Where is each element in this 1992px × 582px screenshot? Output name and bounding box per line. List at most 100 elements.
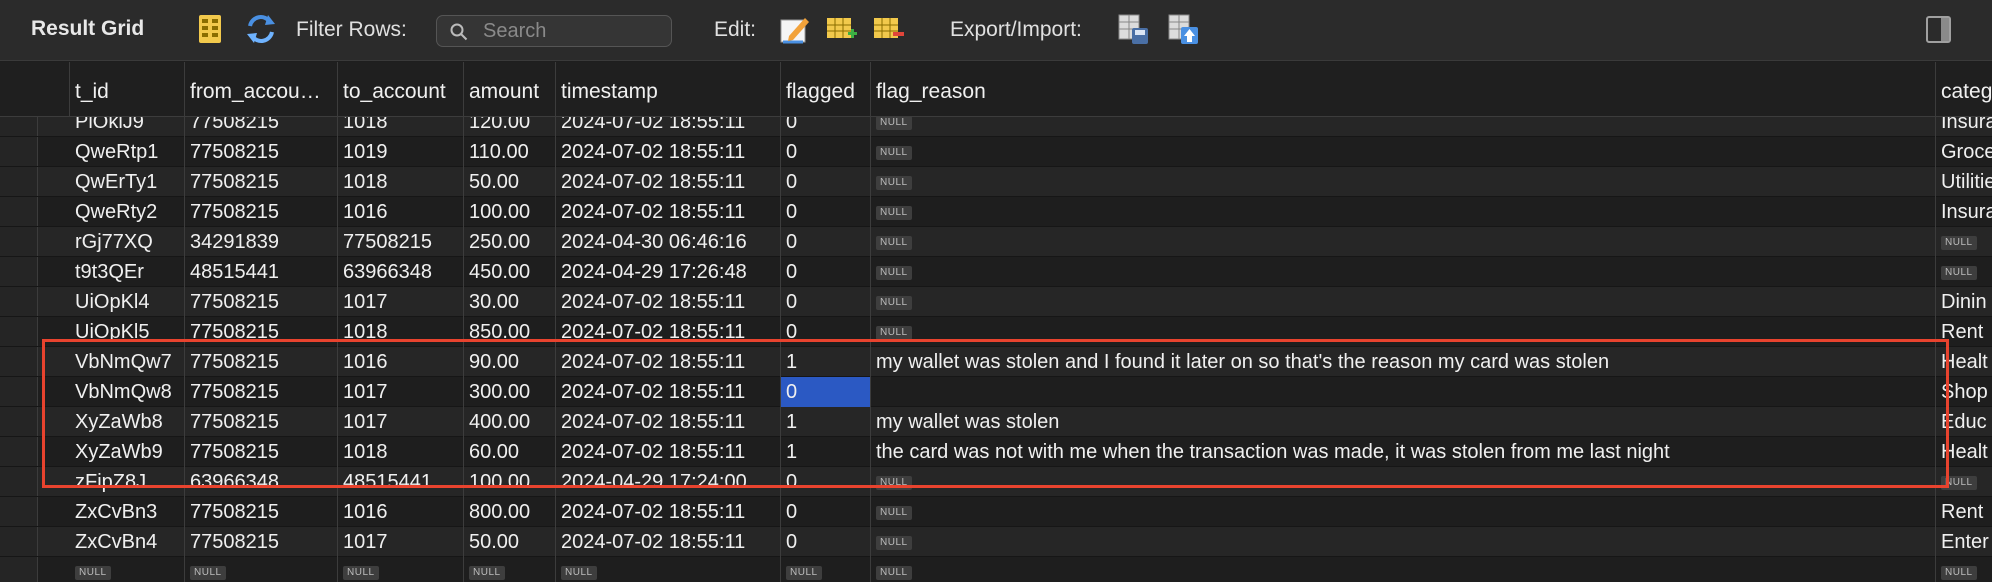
cell-flag-reason[interactable]	[871, 377, 1936, 407]
cell-flag-reason[interactable]: the card was not with me when the transa…	[871, 437, 1936, 467]
cell-from-account[interactable]: 77508215	[185, 437, 338, 467]
cell-flag-reason[interactable]: NULL	[871, 287, 1936, 317]
cell-flagged[interactable]: 1	[781, 437, 871, 467]
row-header[interactable]	[0, 167, 38, 196]
cell-flag-reason[interactable]: NULL	[871, 227, 1936, 257]
cell-amount[interactable]: 400.00	[464, 407, 556, 437]
cell-flagged[interactable]: 0	[781, 197, 871, 227]
export-icon[interactable]	[1116, 12, 1150, 46]
cell-timestamp[interactable]: 2024-07-02 18:55:11	[556, 407, 781, 437]
column-header-from-account[interactable]: from_accou…	[185, 62, 338, 117]
cell-t-id[interactable]: QweRty2	[70, 197, 185, 227]
cell-flag-reason[interactable]: NULL	[871, 497, 1936, 527]
row-header[interactable]	[0, 257, 38, 286]
cell-t-id[interactable]: NULL	[70, 557, 185, 582]
row-header[interactable]	[0, 467, 38, 496]
cell-from-account[interactable]: 77508215	[185, 167, 338, 197]
cell-t-id[interactable]: UiOpKl4	[70, 287, 185, 317]
cell-to-account[interactable]: 1017	[338, 407, 464, 437]
cell-to-account[interactable]: 1016	[338, 497, 464, 527]
column-header-to-account[interactable]: to_account	[338, 62, 464, 117]
cell-t-id[interactable]: rGj77XQ	[70, 227, 185, 257]
table-row[interactable]: VbNmQw8 77508215 1017 300.00 2024-07-02 18:5…	[0, 377, 1992, 407]
cell-amount[interactable]: NULL	[464, 557, 556, 582]
delete-row-icon[interactable]	[871, 12, 905, 46]
cell-amount[interactable]: 120.00	[464, 117, 556, 137]
cell-to-account[interactable]: 1018	[338, 317, 464, 347]
table-row[interactable]: VbNmQw7 77508215 1016 90.00 2024-07-02 18:55…	[0, 347, 1992, 377]
cell-category[interactable]: Rent	[1936, 497, 1992, 527]
cell-amount[interactable]: 50.00	[464, 167, 556, 197]
cell-t-id[interactable]: VbNmQw7	[70, 347, 185, 377]
cell-amount[interactable]: 50.00	[464, 527, 556, 557]
cell-to-account[interactable]: 1016	[338, 347, 464, 377]
cell-from-account[interactable]: 77508215	[185, 407, 338, 437]
column-header-timestamp[interactable]: timestamp	[556, 62, 781, 117]
cell-category[interactable]: Utilitie	[1936, 167, 1992, 197]
column-header-category[interactable]: categ	[1936, 62, 1992, 117]
cell-amount[interactable]: 100.00	[464, 197, 556, 227]
cell-amount[interactable]: 100.00	[464, 467, 556, 497]
cell-flag-reason[interactable]: NULL	[871, 117, 1936, 137]
table-row[interactable]: t9t3QEr 48515441 63966348 450.00 2024-04-29 …	[0, 257, 1992, 287]
cell-t-id[interactable]: t9t3QEr	[70, 257, 185, 287]
cell-category[interactable]: Rent	[1936, 317, 1992, 347]
cell-flagged[interactable]: 0	[781, 497, 871, 527]
row-header[interactable]	[0, 227, 38, 256]
edit-row-icon[interactable]	[777, 12, 811, 46]
cell-from-account[interactable]: 77508215	[185, 287, 338, 317]
cell-amount[interactable]: 90.00	[464, 347, 556, 377]
cell-flagged[interactable]: 0	[781, 377, 871, 407]
cell-flag-reason[interactable]: NULL	[871, 197, 1936, 227]
cell-to-account[interactable]: NULL	[338, 557, 464, 582]
column-header-flagged[interactable]: flagged	[781, 62, 871, 117]
cell-timestamp[interactable]: NULL	[556, 557, 781, 582]
grid-view-icon[interactable]	[193, 12, 227, 46]
row-header[interactable]	[0, 437, 38, 466]
cell-from-account[interactable]: 77508215	[185, 197, 338, 227]
cell-flagged[interactable]: 0	[781, 287, 871, 317]
cell-timestamp[interactable]: 2024-07-02 18:55:11	[556, 287, 781, 317]
cell-flag-reason[interactable]: NULL	[871, 257, 1936, 287]
cell-flagged[interactable]: 0	[781, 117, 871, 137]
cell-timestamp[interactable]: 2024-07-02 18:55:11	[556, 437, 781, 467]
cell-to-account[interactable]: 1017	[338, 287, 464, 317]
cell-t-id[interactable]: ZxCvBn3	[70, 497, 185, 527]
cell-t-id[interactable]: QweRtp1	[70, 137, 185, 167]
cell-from-account[interactable]: 63966348	[185, 467, 338, 497]
search-input[interactable]	[483, 19, 663, 43]
cell-flagged[interactable]: NULL	[781, 557, 871, 582]
row-header[interactable]	[0, 497, 38, 526]
cell-timestamp[interactable]: 2024-07-02 18:55:11	[556, 527, 781, 557]
cell-timestamp[interactable]: 2024-04-30 06:46:16	[556, 227, 781, 257]
cell-t-id[interactable]: QwErTy1	[70, 167, 185, 197]
cell-category[interactable]: Insura	[1936, 197, 1992, 227]
refresh-icon[interactable]	[244, 12, 278, 46]
row-header[interactable]	[0, 527, 38, 556]
cell-timestamp[interactable]: 2024-07-02 18:55:11	[556, 117, 781, 137]
cell-flag-reason[interactable]: NULL	[871, 467, 1936, 497]
cell-from-account[interactable]: 77508215	[185, 527, 338, 557]
cell-t-id[interactable]: ZxCvBn4	[70, 527, 185, 557]
cell-category[interactable]: Healt	[1936, 347, 1992, 377]
cell-amount[interactable]: 30.00	[464, 287, 556, 317]
cell-flagged[interactable]: 0	[781, 227, 871, 257]
table-row[interactable]: UiOpKl4 77508215 1017 30.00 2024-07-02 18:55…	[0, 287, 1992, 317]
cell-timestamp[interactable]: 2024-07-02 18:55:11	[556, 347, 781, 377]
cell-from-account[interactable]: 77508215	[185, 347, 338, 377]
cell-category[interactable]: NULL	[1936, 227, 1992, 257]
cell-flagged[interactable]: 0	[781, 527, 871, 557]
table-row[interactable]: PlOklJ9 77508215 1018 120.00 2024-07-02 18:5…	[0, 117, 1992, 137]
cell-amount[interactable]: 450.00	[464, 257, 556, 287]
cell-flag-reason[interactable]: my wallet was stolen	[871, 407, 1936, 437]
cell-flag-reason[interactable]: my wallet was stolen and I found it late…	[871, 347, 1936, 377]
cell-timestamp[interactable]: 2024-07-02 18:55:11	[556, 377, 781, 407]
cell-category[interactable]: Insura	[1936, 117, 1992, 137]
cell-category[interactable]: Shop	[1936, 377, 1992, 407]
table-row[interactable]: rGj77XQ 34291839 77508215 250.00 2024-04-30 …	[0, 227, 1992, 257]
cell-timestamp[interactable]: 2024-07-02 18:55:11	[556, 497, 781, 527]
cell-to-account[interactable]: 77508215	[338, 227, 464, 257]
cell-flagged[interactable]: 0	[781, 317, 871, 347]
add-row-icon[interactable]	[824, 12, 858, 46]
cell-to-account[interactable]: 1018	[338, 437, 464, 467]
